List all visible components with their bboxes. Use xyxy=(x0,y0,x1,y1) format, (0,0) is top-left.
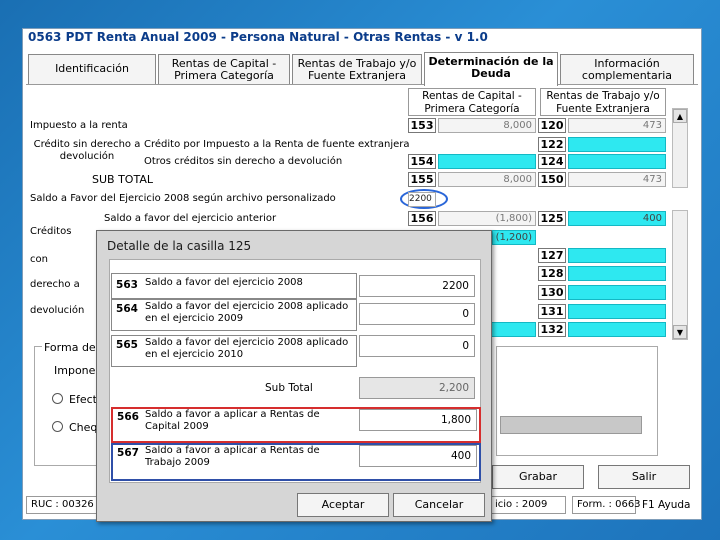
value-125[interactable]: 400 xyxy=(568,211,666,226)
status-ayuda: F1 Ayuda xyxy=(642,499,691,511)
code-150: 150 xyxy=(538,172,566,187)
value-564: 0 xyxy=(359,303,475,325)
code-122: 122 xyxy=(538,137,566,152)
cheque-label: Cheq xyxy=(69,421,98,434)
creditos-label-1: Créditos xyxy=(30,226,72,237)
value-156: (1,800) xyxy=(438,211,536,226)
input-130[interactable] xyxy=(568,285,666,300)
scrollbar-lower[interactable]: ▼ xyxy=(672,210,688,340)
salir-button[interactable]: Salir xyxy=(598,465,690,489)
code-566: 566 xyxy=(117,411,139,423)
saldo-favor-value: 2200 xyxy=(408,192,436,207)
grabar-button[interactable]: Grabar xyxy=(492,465,584,489)
status-ruc: RUC : 00326 xyxy=(26,496,100,514)
input-132[interactable] xyxy=(568,322,666,337)
forma-pago-label: Forma de xyxy=(42,341,98,354)
input-extra-capital xyxy=(486,322,536,337)
credito-sin-derecho-label: Crédito sin derecho a devolución xyxy=(33,139,141,162)
desc-564: Saldo a favor del ejercicio 2008 aplicad… xyxy=(145,301,349,324)
input-128[interactable] xyxy=(568,266,666,281)
code-130: 130 xyxy=(538,285,566,300)
value-565: 0 xyxy=(359,335,475,357)
aceptar-button[interactable]: Aceptar xyxy=(297,493,389,517)
desc-566: Saldo a favor a aplicar a Rentas de Capi… xyxy=(145,409,320,432)
code-132: 132 xyxy=(538,322,566,337)
tab-divider xyxy=(26,84,698,85)
code-567: 567 xyxy=(117,447,139,459)
input-131[interactable] xyxy=(568,304,666,319)
radio-cheque[interactable] xyxy=(52,421,63,432)
subtotal-label: SUB TOTAL xyxy=(92,173,153,186)
creditos-label-4: devolución xyxy=(30,305,85,316)
value-567[interactable]: 400 xyxy=(359,445,477,467)
radio-efectivo[interactable] xyxy=(52,393,63,404)
code-565: 565 xyxy=(116,339,138,351)
code-127: 127 xyxy=(538,248,566,263)
tab-identificacion[interactable]: Identificación xyxy=(28,54,156,84)
status-form: Form. : 0663 xyxy=(572,496,641,514)
dialog-title: Detalle de la casilla 125 xyxy=(107,239,252,253)
input-154[interactable] xyxy=(438,154,536,169)
value-extra-capital: (1,200) xyxy=(492,230,536,245)
value-563: 2200 xyxy=(359,275,475,297)
right-lower-panel xyxy=(496,346,658,456)
otros-creditos-label: Otros créditos sin derecho a devolución xyxy=(144,156,343,167)
desc-563: Saldo a favor del ejercicio 2008 xyxy=(145,277,303,288)
value-155: 8,000 xyxy=(438,172,536,187)
code-128: 128 xyxy=(538,266,566,281)
efectivo-label: Efect xyxy=(69,393,97,406)
column-header-capital: Rentas de Capital - Primera Categoría xyxy=(408,88,536,116)
creditos-label-3: derecho a xyxy=(30,279,80,290)
scroll-down-icon[interactable]: ▼ xyxy=(673,325,687,339)
value-566[interactable]: 1,800 xyxy=(359,409,477,431)
tab-determinacion-deuda[interactable]: Determinación de la Deuda xyxy=(424,52,558,86)
desc-565: Saldo a favor del ejercicio 2008 aplicad… xyxy=(145,337,349,360)
tab-informacion-complementaria[interactable]: Información complementaria xyxy=(560,54,694,84)
saldo-anterior-label: Saldo a favor del ejercicio anterior xyxy=(104,213,277,224)
credito-extranjera-label: Crédito por Impuesto a la Renta de fuent… xyxy=(144,139,410,150)
gray-field xyxy=(500,416,642,434)
impone-label: Impone xyxy=(54,364,96,377)
code-154: 154 xyxy=(408,154,436,169)
code-153: 153 xyxy=(408,118,436,133)
dialog-subtotal-value: 2,200 xyxy=(359,377,475,399)
value-153[interactable]: 8,000 xyxy=(438,118,536,133)
detalle-casilla-dialog: Detalle de la casilla 125 563 Saldo a fa… xyxy=(96,230,492,522)
value-120[interactable]: 473 xyxy=(568,118,666,133)
code-563: 563 xyxy=(116,279,138,291)
input-122[interactable] xyxy=(568,137,666,152)
code-156: 156 xyxy=(408,211,436,226)
impuesto-label: Impuesto a la renta xyxy=(30,120,128,131)
code-131: 131 xyxy=(538,304,566,319)
desc-567: Saldo a favor a aplicar a Rentas de Trab… xyxy=(145,445,320,468)
code-120: 120 xyxy=(538,118,566,133)
tab-rentas-capital[interactable]: Rentas de Capital - Primera Categoría xyxy=(158,54,290,84)
code-155: 155 xyxy=(408,172,436,187)
column-header-trabajo: Rentas de Trabajo y/o Fuente Extranjera xyxy=(540,88,666,116)
saldo-favor-label: Saldo a Favor del Ejercicio 2008 según a… xyxy=(30,193,336,204)
input-124[interactable] xyxy=(568,154,666,169)
input-127[interactable] xyxy=(568,248,666,263)
creditos-label-2: con xyxy=(30,254,48,265)
value-150: 473 xyxy=(568,172,666,187)
window-title: 0563 PDT Renta Anual 2009 - Persona Natu… xyxy=(28,30,488,44)
status-ejercicio: icio : 2009 xyxy=(490,496,566,514)
scrollbar-upper[interactable]: ▲ xyxy=(672,108,688,188)
dialog-subtotal-label: Sub Total xyxy=(265,382,313,394)
tab-rentas-trabajo[interactable]: Rentas de Trabajo y/o Fuente Extranjera xyxy=(292,54,422,84)
cancelar-button[interactable]: Cancelar xyxy=(393,493,485,517)
code-564: 564 xyxy=(116,303,138,315)
code-124: 124 xyxy=(538,154,566,169)
scroll-up-icon[interactable]: ▲ xyxy=(673,109,687,123)
code-125: 125 xyxy=(538,211,566,226)
